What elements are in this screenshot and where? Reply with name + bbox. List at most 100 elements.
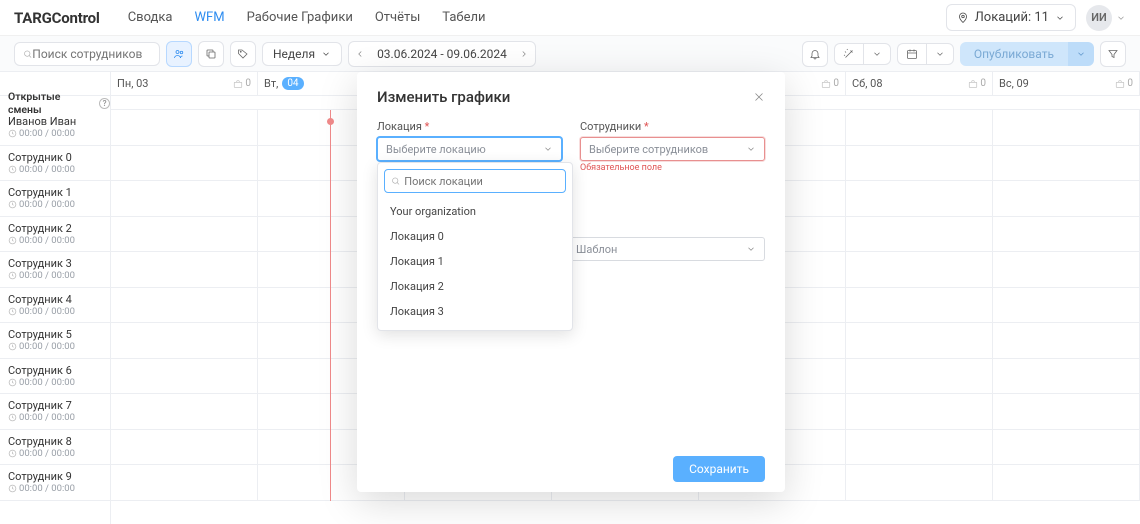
employee-row[interactable]: Сотрудник 800:00 / 00:00 xyxy=(0,430,110,466)
schedule-cell[interactable] xyxy=(111,430,258,465)
view-copy-button[interactable] xyxy=(198,41,224,67)
schedule-cell[interactable] xyxy=(111,252,258,287)
employee-column: Открытые смены ? Иванов Иван00:00 / 00:0… xyxy=(0,72,111,524)
location-option[interactable]: Локация 3 xyxy=(384,299,566,324)
employee-row[interactable]: Сотрудник 900:00 / 00:00 xyxy=(0,465,110,501)
schedule-cell[interactable] xyxy=(111,465,258,500)
clock-icon xyxy=(8,378,17,387)
location-option[interactable]: Your organization xyxy=(384,199,566,224)
employee-row[interactable]: Сотрудник 200:00 / 00:00 xyxy=(0,217,110,253)
nav-reports[interactable]: Отчёты xyxy=(365,4,430,31)
clock-icon xyxy=(8,342,17,351)
chevron-down-icon xyxy=(1055,13,1065,23)
schedule-cell[interactable] xyxy=(111,146,258,181)
filter-button[interactable] xyxy=(1100,41,1126,67)
schedule-cell[interactable] xyxy=(993,323,1140,358)
employee-search[interactable] xyxy=(14,42,160,66)
schedule-cell[interactable] xyxy=(111,394,258,429)
schedule-cell[interactable] xyxy=(846,252,993,287)
user-menu[interactable]: ИИ xyxy=(1086,5,1126,31)
schedule-cell[interactable] xyxy=(111,323,258,358)
schedule-cell[interactable] xyxy=(846,394,993,429)
location-option[interactable]: Локация 1 xyxy=(384,249,566,274)
employee-row[interactable]: Сотрудник 000:00 / 00:00 xyxy=(0,146,110,182)
edit-schedules-modal: Изменить графики Локация * Выберите лока… xyxy=(357,72,785,492)
notifications-button[interactable] xyxy=(802,41,828,67)
publish-button[interactable]: Опубликовать xyxy=(960,42,1068,66)
prev-week-button[interactable] xyxy=(349,42,371,66)
employee-time: 00:00 / 00:00 xyxy=(8,377,110,388)
calendar-button[interactable] xyxy=(897,43,926,65)
calendar-icon xyxy=(906,48,918,60)
employee-row[interactable]: Сотрудник 600:00 / 00:00 xyxy=(0,359,110,395)
schedule-cell[interactable] xyxy=(846,288,993,323)
schedule-cell[interactable] xyxy=(111,359,258,394)
chevron-down-icon xyxy=(935,49,945,59)
nav-schedules[interactable]: Рабочие Графики xyxy=(237,4,363,31)
employee-row[interactable]: Сотрудник 100:00 / 00:00 xyxy=(0,181,110,217)
location-search[interactable] xyxy=(384,169,566,193)
location-option[interactable]: Локация 2 xyxy=(384,274,566,299)
locations-selector[interactable]: Локаций: 11 xyxy=(946,4,1076,31)
schedule-cell[interactable] xyxy=(993,181,1140,216)
schedule-cell[interactable] xyxy=(111,110,258,145)
view-tag-button[interactable] xyxy=(230,41,256,67)
open-shifts-row[interactable]: Открытые смены ? xyxy=(0,96,110,110)
magic-caret[interactable] xyxy=(863,43,891,65)
schedule-cell[interactable] xyxy=(993,146,1140,181)
schedule-cell[interactable] xyxy=(111,217,258,252)
location-placeholder: Выберите локацию xyxy=(386,143,486,156)
schedule-cell[interactable] xyxy=(846,430,993,465)
date-range-label[interactable]: 03.06.2024 - 09.06.2024 xyxy=(371,47,513,61)
employee-row[interactable]: Сотрудник 700:00 / 00:00 xyxy=(0,394,110,430)
schedule-cell[interactable] xyxy=(993,465,1140,500)
schedule-cell[interactable] xyxy=(846,110,993,145)
schedule-cell[interactable] xyxy=(993,110,1140,145)
location-search-input[interactable] xyxy=(404,175,559,188)
next-week-button[interactable] xyxy=(513,42,535,66)
schedule-cell[interactable] xyxy=(111,288,258,323)
publish-caret[interactable] xyxy=(1068,42,1094,66)
nav-summary[interactable]: Сводка xyxy=(118,4,183,31)
view-people-button[interactable] xyxy=(166,41,192,67)
help-icon[interactable]: ? xyxy=(99,98,110,109)
schedule-cell[interactable] xyxy=(993,288,1140,323)
close-button[interactable] xyxy=(753,91,765,103)
schedule-cell[interactable] xyxy=(993,217,1140,252)
employee-row[interactable]: Сотрудник 400:00 / 00:00 xyxy=(0,288,110,324)
period-selector[interactable]: Неделя xyxy=(262,42,342,66)
schedule-cell[interactable] xyxy=(846,146,993,181)
search-icon xyxy=(391,176,400,186)
schedule-cell[interactable] xyxy=(846,217,993,252)
day-header-cell[interactable]: Пн, 030 xyxy=(111,72,258,95)
template-select[interactable]: Шаблон xyxy=(567,237,765,261)
schedule-cell[interactable] xyxy=(846,323,993,358)
schedule-cell[interactable] xyxy=(846,181,993,216)
employee-row[interactable]: Сотрудник 500:00 / 00:00 xyxy=(0,323,110,359)
schedule-cell[interactable] xyxy=(993,359,1140,394)
day-header-cell[interactable]: Вс, 090 xyxy=(993,72,1140,95)
nav-timesheets[interactable]: Табели xyxy=(432,4,495,31)
calendar-caret[interactable] xyxy=(926,43,954,65)
schedule-cell[interactable] xyxy=(846,465,993,500)
schedule-cell[interactable] xyxy=(846,359,993,394)
location-option[interactable]: Локация 0 xyxy=(384,224,566,249)
schedule-cell[interactable] xyxy=(993,430,1140,465)
day-header-cell[interactable]: Сб, 080 xyxy=(846,72,993,95)
employee-row[interactable]: Сотрудник 300:00 / 00:00 xyxy=(0,252,110,288)
employee-search-input[interactable] xyxy=(32,47,151,61)
current-time-indicator xyxy=(330,110,331,501)
location-select[interactable]: Выберите локацию xyxy=(377,137,562,161)
schedule-cell[interactable] xyxy=(993,394,1140,429)
employee-time: 00:00 / 00:00 xyxy=(8,199,110,210)
employee-row[interactable]: Иванов Иван00:00 / 00:00 xyxy=(0,110,110,146)
nav-wfm[interactable]: WFM xyxy=(185,4,235,31)
save-button[interactable]: Сохранить xyxy=(673,456,765,482)
schedule-cell[interactable] xyxy=(111,181,258,216)
magic-button[interactable] xyxy=(834,43,863,65)
employees-select[interactable]: Выберите сотрудников xyxy=(580,137,765,161)
chevron-down-icon xyxy=(321,49,331,59)
employee-name: Сотрудник 3 xyxy=(8,257,110,270)
schedule-cell[interactable] xyxy=(993,252,1140,287)
day-label: Вт,04 xyxy=(264,77,304,90)
